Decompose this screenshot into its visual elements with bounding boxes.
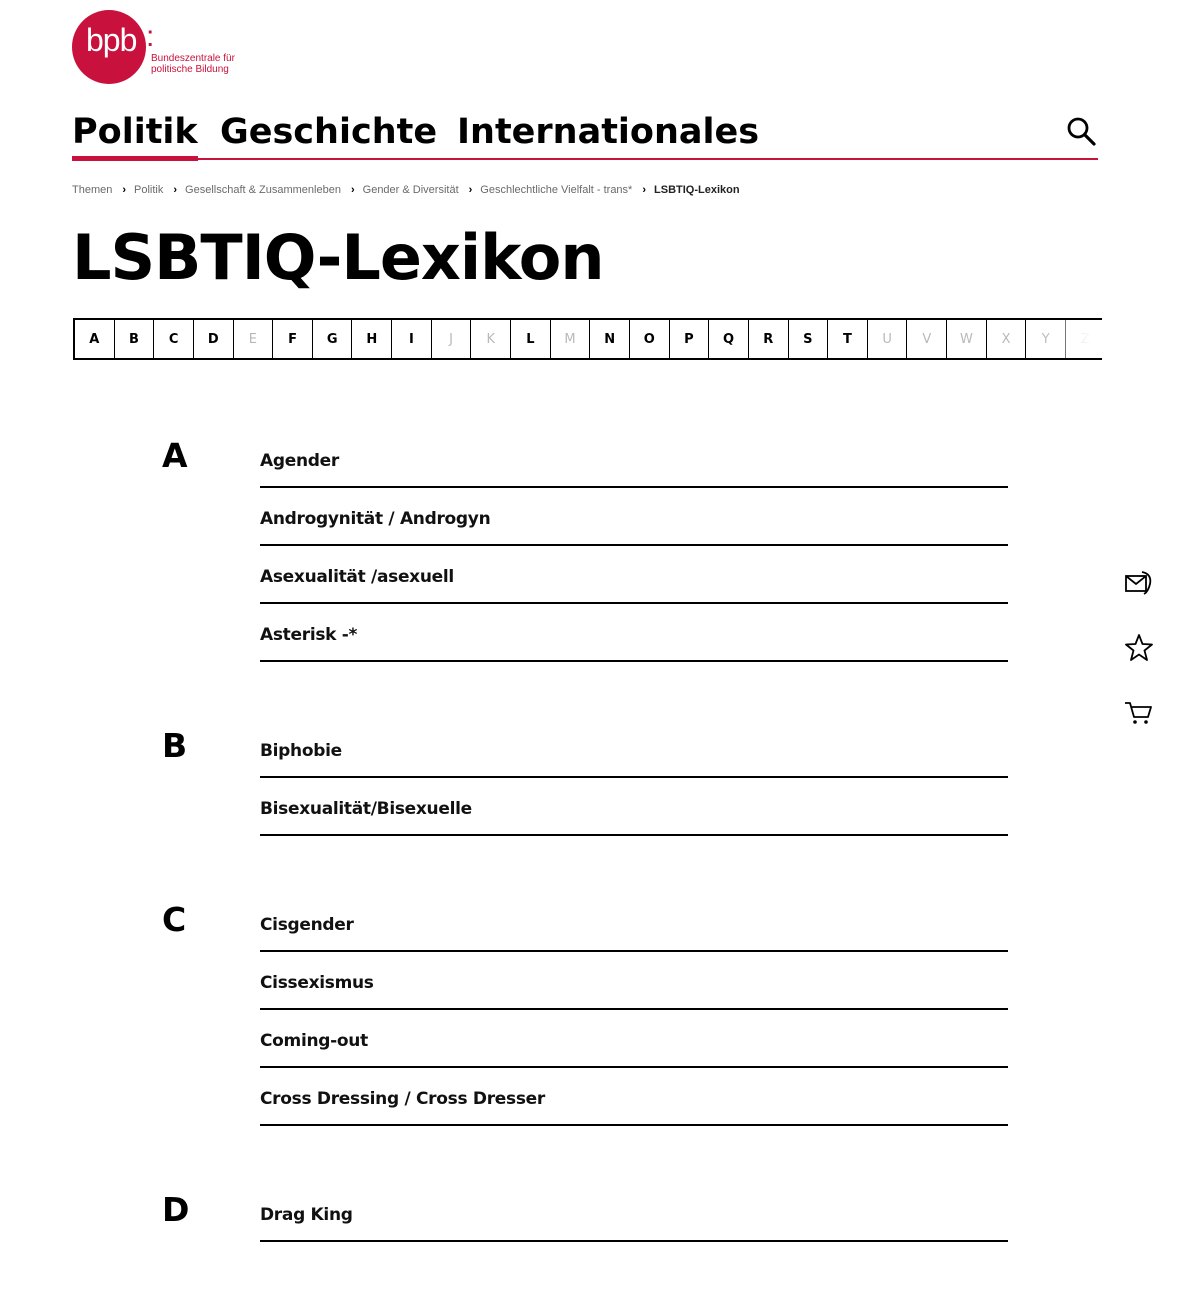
term-list: Drag King [260, 1184, 1008, 1242]
alphabet-letter-p[interactable]: P [670, 320, 710, 358]
chevron-right-icon: › [122, 184, 127, 196]
alphabet-letter-t[interactable]: T [828, 320, 868, 358]
alphabet-letter-o[interactable]: O [630, 320, 670, 358]
alphabet-letter-c[interactable]: C [154, 320, 194, 358]
term-item: Asterisk -* [260, 604, 1008, 662]
letter-group-c: C Cisgender Cissexismus Coming-out Cross Dre… [160, 894, 1010, 1126]
nav-geschichte[interactable]: Geschichte [220, 112, 437, 152]
chevron-right-icon: › [642, 184, 647, 196]
alphabet-letter-i[interactable]: I [392, 320, 432, 358]
term-link[interactable]: Drag King [260, 1205, 353, 1225]
term-link[interactable]: Cisgender [260, 915, 354, 935]
alphabet-letter-g[interactable]: G [313, 320, 353, 358]
alphabet-letter-y: Y [1026, 320, 1067, 358]
term-list: Agender Androgynität / Androgyn Asexualitä… [260, 430, 1008, 662]
nav-politik[interactable]: Politik [72, 112, 198, 161]
chevron-right-icon: › [173, 184, 178, 196]
alphabet-letter-x: X [987, 320, 1027, 358]
alphabet-letter-b[interactable]: B [115, 320, 155, 358]
term-item: Drag King [260, 1184, 1008, 1242]
group-letter-heading: A [162, 436, 188, 475]
logo-text: Bundeszentrale für politische Bildung [151, 53, 271, 75]
term-link[interactable]: Androgynität / Androgyn [260, 509, 491, 529]
alphabet-letter-r[interactable]: R [749, 320, 789, 358]
logo-mark: bpb [86, 22, 137, 58]
alphabet-letter-v: V [907, 320, 948, 358]
term-item: Cisgender [260, 894, 1008, 952]
breadcrumb-gender[interactable]: Gender & Diversität [363, 184, 459, 196]
letter-group-d: D Drag King [160, 1184, 1010, 1242]
logo-text-line2: politische Bildung [151, 64, 229, 75]
alphabet-letter-f[interactable]: F [273, 320, 313, 358]
alphabet-letter-w: W [947, 320, 987, 358]
term-link[interactable]: Asexualität /asexuell [260, 567, 454, 587]
group-letter-heading: C [162, 900, 187, 939]
alphabet-letter-j: J [432, 320, 472, 358]
alphabet-letter-s[interactable]: S [789, 320, 829, 358]
term-item: Cissexismus [260, 952, 1008, 1010]
term-item: Bisexualität/Bisexuelle [260, 778, 1008, 836]
letter-group-a: A Agender Androgynität / Androgyn Asexualit… [160, 430, 1010, 662]
logo-circle: bpb [72, 10, 146, 84]
term-item: Coming-out [260, 1010, 1008, 1068]
alphabet-letter-u: U [868, 320, 908, 358]
search-icon[interactable] [1066, 116, 1098, 148]
alphabet-letter-a[interactable]: A [75, 320, 115, 358]
chevron-right-icon: › [350, 184, 355, 196]
term-item: Biphobie [260, 720, 1008, 778]
breadcrumb: Themen › Politik › Gesellschaft & Zusammenle… [72, 184, 740, 196]
main-nav: Politik Geschichte Internationales [72, 108, 1098, 161]
breadcrumb-current: LSBTIQ-Lexikon [654, 184, 740, 196]
term-list: Biphobie Bisexualität/Bisexuelle [260, 720, 1008, 836]
alphabet-letter-h[interactable]: H [352, 320, 393, 358]
term-item: Androgynität / Androgyn [260, 488, 1008, 546]
term-link[interactable]: Cross Dressing / Cross Dresser [260, 1089, 545, 1109]
alphabet-letter-n[interactable]: N [590, 320, 630, 358]
term-link[interactable]: Coming-out [260, 1031, 368, 1051]
breadcrumb-vielfalt[interactable]: Geschlechtliche Vielfalt - trans* [480, 184, 632, 196]
breadcrumb-politik[interactable]: Politik [134, 184, 163, 196]
term-link[interactable]: Agender [260, 451, 339, 471]
mail-icon[interactable] [1122, 566, 1156, 600]
group-letter-heading: D [162, 1190, 190, 1229]
term-item: Agender [260, 430, 1008, 488]
star-icon[interactable] [1122, 631, 1156, 665]
side-tools [1122, 566, 1156, 761]
chevron-right-icon: › [468, 184, 473, 196]
cart-icon[interactable] [1122, 696, 1156, 730]
letter-group-b: B Biphobie Bisexualität/Bisexuelle [160, 720, 1010, 836]
alphabet-letter-z: Z [1066, 320, 1102, 358]
alphabet-letter-l[interactable]: L [511, 320, 551, 358]
alphabet-letter-e: E [234, 320, 274, 358]
alphabet-letter-d[interactable]: D [194, 320, 234, 358]
term-item: Cross Dressing / Cross Dresser [260, 1068, 1008, 1126]
group-letter-heading: B [162, 726, 188, 765]
term-link[interactable]: Cissexismus [260, 973, 374, 993]
breadcrumb-themen[interactable]: Themen [72, 184, 112, 196]
lexicon-list: A Agender Androgynität / Androgyn Asexualit… [160, 430, 1010, 1300]
alphabet-letter-q[interactable]: Q [709, 320, 749, 358]
term-item: Asexualität /asexuell [260, 546, 1008, 604]
breadcrumb-gesellschaft[interactable]: Gesellschaft & Zusammenleben [185, 184, 341, 196]
page-title: LSBTIQ-Lexikon [72, 221, 604, 294]
logo-text-line1: Bundeszentrale für [151, 53, 235, 64]
alphabet-letter-m: M [551, 320, 591, 358]
bpb-logo[interactable]: bpb : Bundeszentrale für politische Bild… [72, 10, 272, 86]
logo-colon: : [146, 20, 155, 53]
term-link[interactable]: Asterisk -* [260, 625, 357, 645]
term-link[interactable]: Bisexualität/Bisexuelle [260, 799, 472, 819]
alphabet-nav: ABCDEFGHIJKLMNOPQRSTUVWXYZ [73, 318, 1102, 360]
term-list: Cisgender Cissexismus Coming-out Cross Dres… [260, 894, 1008, 1126]
term-link[interactable]: Biphobie [260, 741, 342, 761]
alphabet-letter-k: K [471, 320, 512, 358]
nav-internationales[interactable]: Internationales [457, 112, 759, 152]
